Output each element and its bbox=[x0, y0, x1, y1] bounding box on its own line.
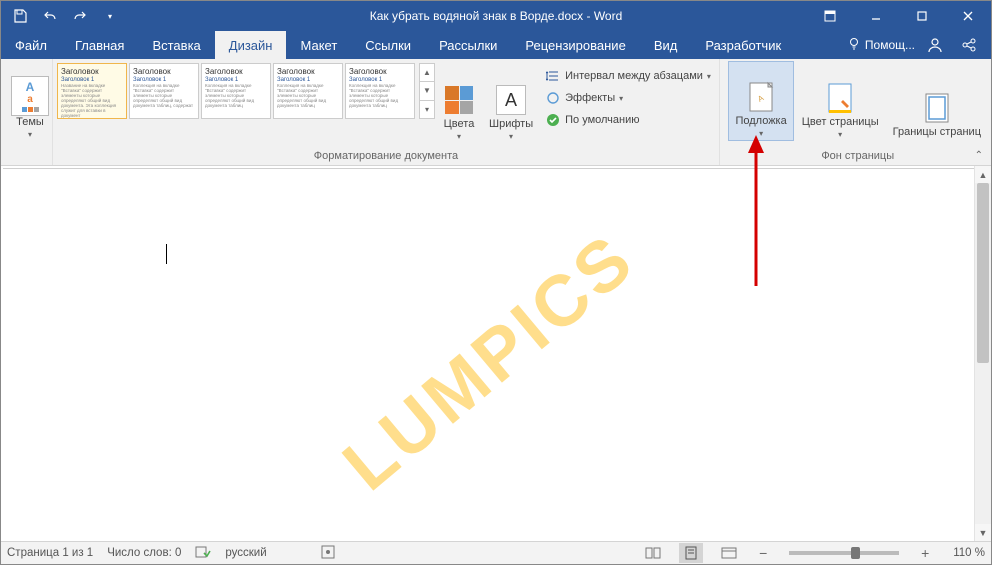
page-borders-button[interactable]: Границы страниц bbox=[887, 61, 987, 141]
close-button[interactable] bbox=[945, 1, 991, 31]
paragraph-spacing-button[interactable]: Интервал между абзацами ▾ bbox=[541, 65, 715, 87]
zoom-slider[interactable] bbox=[789, 551, 899, 555]
chevron-down-icon: ▾ bbox=[509, 132, 513, 141]
redo-icon[interactable] bbox=[67, 2, 93, 30]
share-icon[interactable] bbox=[955, 33, 983, 57]
print-layout-icon[interactable] bbox=[679, 543, 703, 563]
save-icon[interactable] bbox=[7, 2, 33, 30]
watermark-button[interactable]: A Подложка ▾ bbox=[728, 61, 793, 141]
undo-icon[interactable] bbox=[37, 2, 63, 30]
minimize-button[interactable] bbox=[853, 1, 899, 31]
word-window: ▾ Как убрать водяной знак в Ворде.docx -… bbox=[0, 0, 992, 565]
text-cursor bbox=[166, 244, 167, 264]
tab-view[interactable]: Вид bbox=[640, 31, 692, 59]
colors-icon bbox=[445, 86, 473, 114]
scroll-track[interactable] bbox=[975, 183, 991, 524]
tab-design[interactable]: Дизайн bbox=[215, 31, 287, 59]
fonts-icon: A bbox=[496, 85, 526, 115]
chevron-down-icon: ▾ bbox=[838, 130, 842, 139]
maximize-button[interactable] bbox=[899, 1, 945, 31]
account-icon[interactable] bbox=[921, 33, 949, 57]
title-bar: ▾ Как убрать водяной знак в Ворде.docx -… bbox=[1, 1, 991, 31]
doc-formatting-group-label: Форматирование документа bbox=[57, 148, 715, 165]
set-default-button[interactable]: По умолчанию bbox=[541, 109, 715, 131]
scroll-thumb[interactable] bbox=[977, 183, 989, 363]
ribbon-tabs: Файл Главная Вставка Дизайн Макет Ссылки… bbox=[1, 31, 991, 59]
document-area: LUMPICS ▲ ▼ bbox=[1, 166, 991, 541]
collapse-ribbon-icon[interactable]: ⌃ bbox=[971, 148, 987, 163]
chevron-down-icon: ▾ bbox=[707, 72, 711, 81]
effects-label: Эффекты bbox=[565, 92, 615, 104]
gallery-more-icon[interactable]: ▾ bbox=[420, 101, 434, 118]
zoom-slider-knob[interactable] bbox=[851, 547, 860, 559]
scroll-up-icon[interactable]: ▲ bbox=[975, 166, 991, 183]
page-color-button[interactable]: Цвет страницы ▾ bbox=[796, 61, 885, 141]
lightbulb-icon bbox=[847, 37, 861, 54]
style-set-thumb[interactable]: Заголовок Заголовок 1 Коллекция на вклад… bbox=[273, 63, 343, 119]
themes-button[interactable]: Aa Темы ▾ bbox=[5, 61, 55, 141]
zoom-level[interactable]: 110 % bbox=[953, 547, 985, 559]
gallery-down-icon[interactable]: ▼ bbox=[420, 82, 434, 100]
effects-icon bbox=[545, 90, 561, 106]
page-borders-icon bbox=[921, 92, 953, 124]
watermark-icon: A bbox=[745, 81, 777, 113]
read-mode-icon[interactable] bbox=[641, 543, 665, 563]
document-canvas[interactable]: LUMPICS bbox=[3, 168, 974, 539]
web-layout-icon[interactable] bbox=[717, 543, 741, 563]
gallery-up-icon[interactable]: ▲ bbox=[420, 64, 434, 82]
macro-record-icon[interactable] bbox=[321, 545, 335, 562]
paragraph-spacing-icon bbox=[545, 68, 561, 84]
checkmark-icon bbox=[545, 112, 561, 128]
fonts-button[interactable]: A Шрифты ▾ bbox=[483, 63, 539, 143]
page: LUMPICS bbox=[28, 169, 949, 539]
style-set-thumb[interactable]: Заголовок Заголовок 1 Коллекция на вклад… bbox=[129, 63, 199, 119]
tell-me[interactable]: Помощ... bbox=[847, 37, 915, 54]
page-bg-group-label: Фон страницы bbox=[728, 148, 987, 165]
watermark-text: LUMPICS bbox=[327, 218, 649, 507]
themes-icon: Aa bbox=[11, 76, 49, 116]
tab-references[interactable]: Ссылки bbox=[351, 31, 425, 59]
status-page[interactable]: Страница 1 из 1 bbox=[7, 547, 93, 559]
ribbon: Aa Темы ▾ Заголовок Заголовок 1 Название… bbox=[1, 59, 991, 166]
zoom-out-button[interactable]: − bbox=[755, 545, 771, 561]
ribbon-display-options-icon[interactable] bbox=[807, 1, 853, 31]
tab-layout[interactable]: Макет bbox=[286, 31, 351, 59]
colors-button[interactable]: Цвета ▾ bbox=[437, 63, 481, 143]
chevron-down-icon: ▾ bbox=[619, 94, 623, 103]
effects-button[interactable]: Эффекты ▾ bbox=[541, 87, 715, 109]
chevron-down-icon: ▾ bbox=[759, 129, 763, 138]
colors-label: Цвета bbox=[444, 118, 475, 131]
page-color-icon bbox=[824, 82, 856, 114]
gallery-scroll: ▲ ▼ ▾ bbox=[419, 63, 435, 119]
style-set-thumb[interactable]: Заголовок Заголовок 1 Название на вкладк… bbox=[57, 63, 127, 119]
tell-me-label: Помощ... bbox=[865, 38, 915, 52]
page-borders-label: Границы страниц bbox=[893, 126, 981, 139]
themes-label: Темы bbox=[16, 116, 44, 129]
tab-home[interactable]: Главная bbox=[61, 31, 138, 59]
status-language[interactable]: русский bbox=[225, 547, 266, 559]
chevron-down-icon: ▾ bbox=[28, 130, 32, 139]
tab-file[interactable]: Файл bbox=[1, 31, 61, 59]
set-default-label: По умолчанию bbox=[565, 114, 639, 126]
style-set-thumb[interactable]: Заголовок Заголовок 1 Коллекция на вклад… bbox=[201, 63, 271, 119]
scroll-down-icon[interactable]: ▼ bbox=[975, 524, 991, 541]
vertical-scrollbar[interactable]: ▲ ▼ bbox=[974, 166, 991, 541]
page-color-label: Цвет страницы bbox=[802, 116, 879, 129]
style-gallery: Заголовок Заголовок 1 Название на вкладк… bbox=[57, 63, 415, 119]
spellcheck-icon[interactable] bbox=[195, 545, 211, 562]
tab-insert[interactable]: Вставка bbox=[138, 31, 214, 59]
status-word-count[interactable]: Число слов: 0 bbox=[107, 547, 181, 559]
fonts-label: Шрифты bbox=[489, 118, 533, 131]
watermark-label: Подложка bbox=[735, 115, 786, 128]
tab-review[interactable]: Рецензирование bbox=[511, 31, 639, 59]
zoom-in-button[interactable]: + bbox=[917, 545, 933, 561]
tab-mailings[interactable]: Рассылки bbox=[425, 31, 511, 59]
chevron-down-icon: ▾ bbox=[457, 132, 461, 141]
paragraph-spacing-label: Интервал между абзацами bbox=[565, 70, 703, 82]
qat-customize-icon[interactable]: ▾ bbox=[97, 2, 123, 30]
status-bar: Страница 1 из 1 Число слов: 0 русский − … bbox=[1, 541, 991, 564]
tab-developer[interactable]: Разработчик bbox=[691, 31, 795, 59]
style-set-thumb[interactable]: Заголовок Заголовок 1 Коллекция на вклад… bbox=[345, 63, 415, 119]
